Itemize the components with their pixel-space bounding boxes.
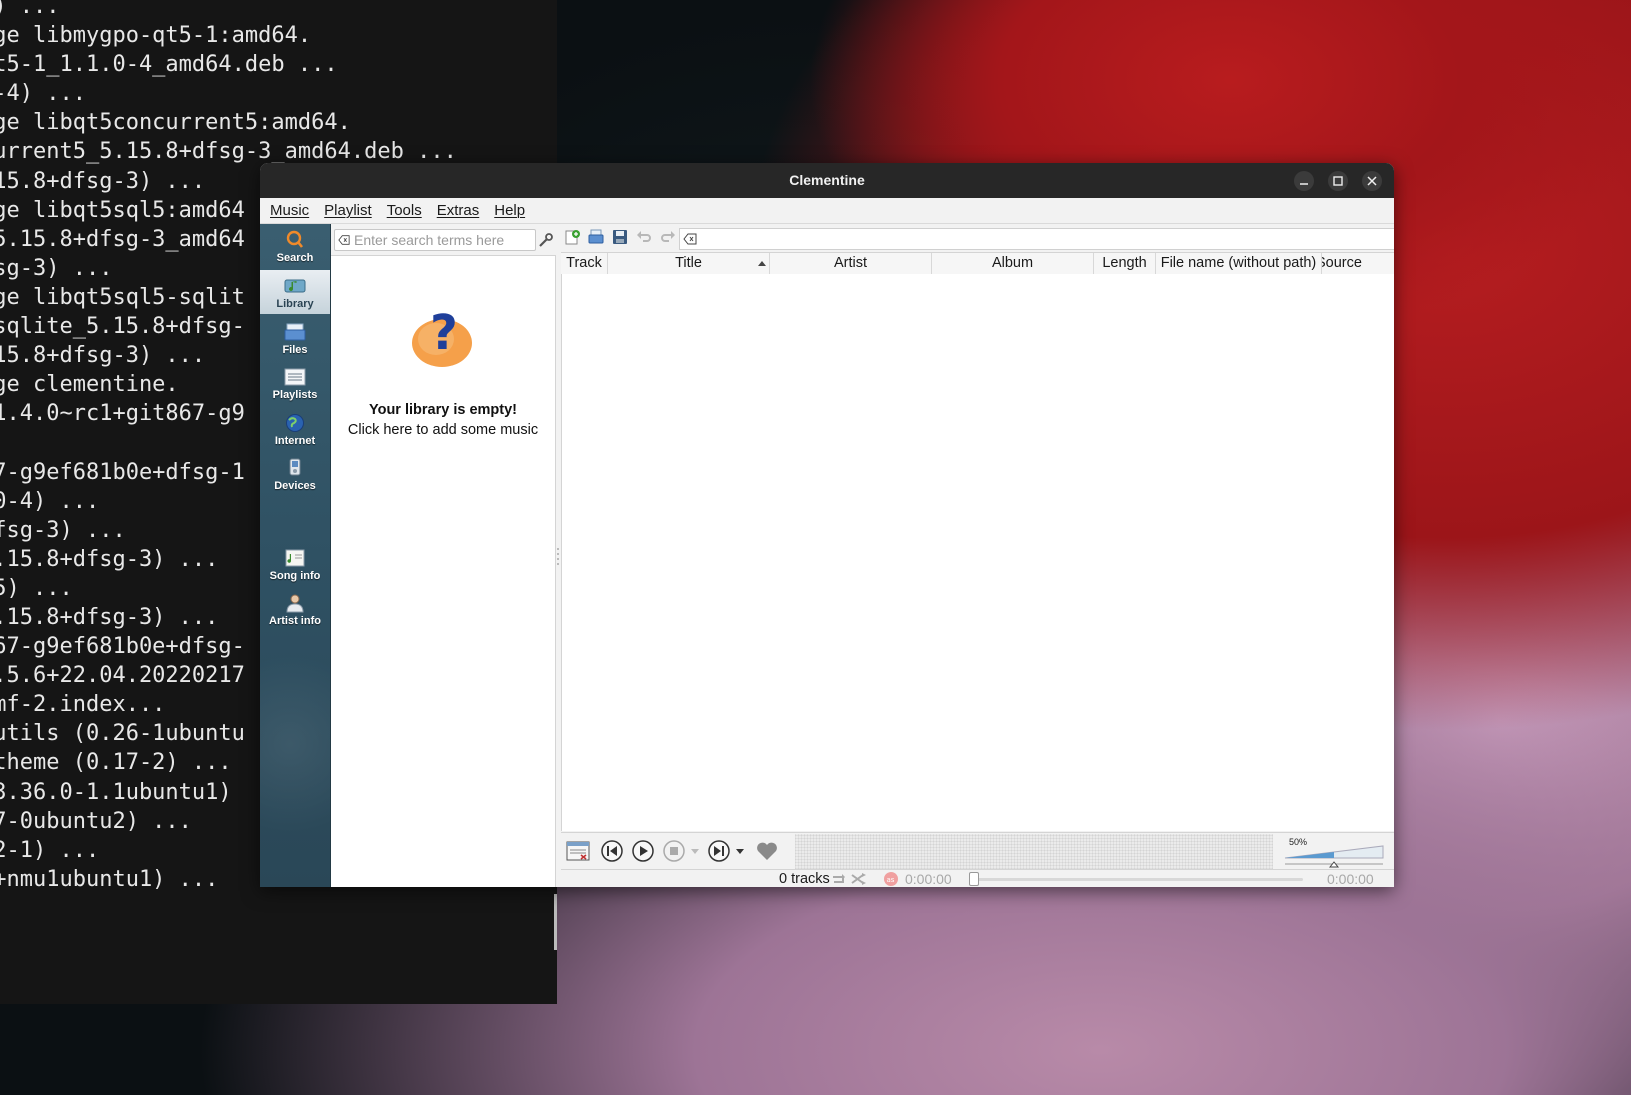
pane-splitter[interactable] <box>557 548 559 566</box>
column-album[interactable]: Album <box>932 253 1094 274</box>
library-empty-area[interactable]: ? Your library is empty! Click here to a… <box>331 255 556 887</box>
menu-help[interactable]: Help <box>494 202 525 219</box>
close-icon <box>1367 176 1377 186</box>
shuffle-icon[interactable] <box>851 873 867 885</box>
library-pane: ? Your library is empty! Click here to a… <box>331 224 556 887</box>
next-menu-arrow-icon[interactable] <box>736 849 744 855</box>
visualization-area[interactable] <box>795 834 1273 869</box>
menu-music[interactable]: Music <box>270 202 309 219</box>
player-controls: 50% <box>561 832 1394 869</box>
maximize-icon <box>1333 176 1343 186</box>
column-title[interactable]: Title <box>608 253 770 274</box>
clementine-window: Clementine Music Playlist Tools Extras H… <box>260 163 1394 887</box>
title-bar[interactable]: Clementine <box>260 163 1394 198</box>
clear-filter-icon[interactable] <box>683 232 697 246</box>
sidebar: Search Library Files Playlists Internet … <box>260 224 331 887</box>
seek-bar[interactable] <box>973 878 1303 881</box>
svg-text:?: ? <box>430 305 458 361</box>
sidebar-item-devices[interactable]: Devices <box>260 452 330 496</box>
sidebar-item-library[interactable]: Library <box>260 270 330 314</box>
playlist-filter[interactable] <box>679 228 1394 250</box>
clear-search-icon[interactable] <box>338 233 350 247</box>
volume-slider[interactable] <box>1283 840 1387 868</box>
question-mark-icon: ? <box>412 305 472 367</box>
sidebar-item-files[interactable]: Files <box>260 316 330 360</box>
load-playlist-icon[interactable] <box>588 229 604 245</box>
sidebar-item-song-info[interactable]: Song info <box>260 542 330 586</box>
library-empty-title: Your library is empty! <box>369 402 517 418</box>
sidebar-item-search[interactable]: Search <box>260 224 330 268</box>
next-track-icon[interactable] <box>707 839 731 863</box>
column-artist[interactable]: Artist <box>770 253 932 274</box>
redo-icon[interactable] <box>660 229 676 245</box>
column-filename[interactable]: File name (without path) <box>1156 253 1322 274</box>
sidebar-item-playlists[interactable]: Playlists <box>260 361 330 405</box>
sidebar-label-library: Library <box>276 298 314 310</box>
playlist-header: Track Title Artist Album Length File nam… <box>561 252 1394 275</box>
playlists-icon <box>284 368 306 386</box>
window-title: Clementine <box>789 172 865 188</box>
column-source[interactable]: Source <box>1322 253 1394 274</box>
track-count: 0 tracks <box>779 871 830 887</box>
sort-ascending-icon <box>758 261 766 266</box>
search-icon <box>286 230 304 248</box>
remaining-time: 0:00:00 <box>1327 871 1374 887</box>
files-icon <box>284 323 306 341</box>
library-empty-subtitle[interactable]: Click here to add some music <box>331 422 555 438</box>
minimize-button[interactable] <box>1294 171 1314 191</box>
sidebar-label-song-info: Song info <box>269 570 321 582</box>
previous-track-icon[interactable] <box>600 839 624 863</box>
repeat-icon[interactable] <box>831 873 847 885</box>
playlist-toolbar <box>561 224 1394 250</box>
maximize-button[interactable] <box>1328 171 1348 191</box>
sidebar-label-search: Search <box>276 252 314 264</box>
terminal-scrollbar[interactable] <box>554 894 557 950</box>
column-length[interactable]: Length <box>1094 253 1156 274</box>
status-bar: 0 tracks as 0:00:00 0:00:00 <box>561 869 1394 887</box>
devices-icon <box>289 458 301 476</box>
volume-control[interactable]: 50% <box>1277 834 1394 869</box>
menu-playlist[interactable]: Playlist <box>324 202 372 219</box>
library-icon <box>284 279 306 293</box>
menu-bar: Music Playlist Tools Extras Help <box>260 198 1394 224</box>
sidebar-label-artist-info: Artist info <box>269 615 321 627</box>
scrobble-icon[interactable]: as <box>883 871 899 887</box>
minimize-icon <box>1300 183 1308 185</box>
sidebar-item-internet[interactable]: Internet <box>260 407 330 451</box>
seek-handle[interactable] <box>969 872 979 886</box>
love-heart-icon[interactable] <box>755 839 779 863</box>
menu-tools[interactable]: Tools <box>387 202 422 219</box>
stop-icon[interactable] <box>662 839 686 863</box>
sidebar-label-internet: Internet <box>274 435 316 447</box>
artist-info-icon <box>286 594 304 613</box>
library-search <box>334 229 536 251</box>
column-track[interactable]: Track <box>561 253 608 274</box>
close-button[interactable] <box>1362 171 1382 191</box>
column-title-label: Title <box>675 255 702 271</box>
globe-icon <box>286 414 304 432</box>
elapsed-time: 0:00:00 <box>905 871 952 887</box>
now-playing-icon[interactable] <box>566 839 590 863</box>
menu-extras[interactable]: Extras <box>437 202 480 219</box>
save-playlist-icon[interactable] <box>612 229 628 245</box>
sidebar-label-playlists: Playlists <box>272 389 318 401</box>
new-playlist-icon[interactable] <box>564 229 580 245</box>
svg-text:as: as <box>887 876 895 884</box>
sidebar-label-devices: Devices <box>274 480 316 492</box>
playlist-view[interactable] <box>561 274 1394 831</box>
library-search-input[interactable] <box>354 231 535 249</box>
stop-menu-arrow-icon[interactable] <box>691 849 699 855</box>
sidebar-label-files: Files <box>282 344 308 356</box>
song-info-icon <box>285 549 305 567</box>
play-icon[interactable] <box>631 839 655 863</box>
undo-icon[interactable] <box>636 229 652 245</box>
sidebar-item-artist-info[interactable]: Artist info <box>260 587 330 631</box>
library-config-icon[interactable] <box>538 232 554 248</box>
playlist-area: Track Title Artist Album Length File nam… <box>561 224 1394 887</box>
